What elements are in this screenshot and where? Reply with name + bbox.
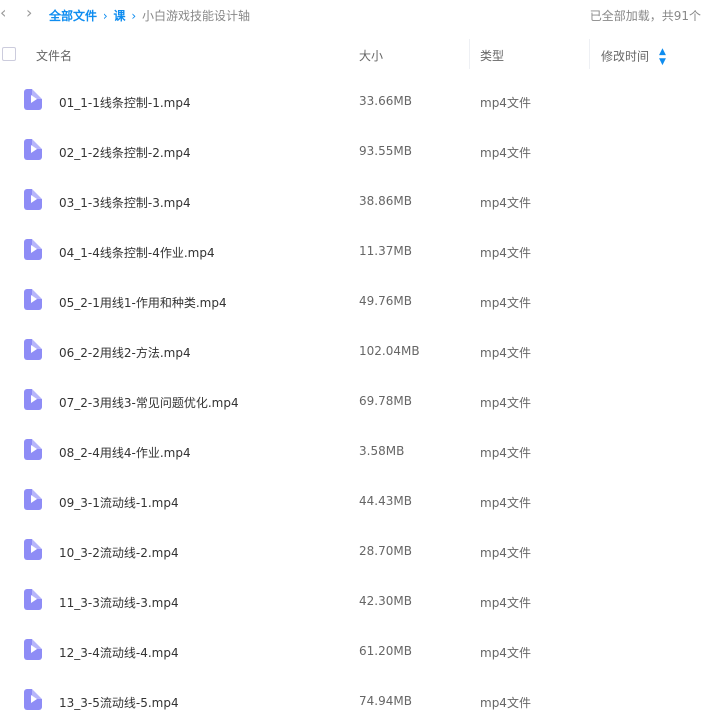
file-name[interactable]: 09_3-1流动线-1.mp4 — [59, 494, 179, 511]
file-type: mp4文件 — [480, 596, 531, 610]
video-file-icon — [24, 289, 42, 310]
breadcrumb: 全部文件 › 课 › 小白游戏技能设计轴 — [49, 7, 250, 24]
video-file-icon — [24, 589, 42, 610]
video-file-icon — [24, 189, 42, 210]
file-name[interactable]: 04_1-4线条控制-4作业.mp4 — [59, 244, 215, 261]
video-file-icon — [24, 439, 42, 460]
file-size: 49.76MB — [359, 294, 412, 308]
video-file-icon — [24, 489, 42, 510]
file-row[interactable]: 06_2-2用线2-方法.mp4 102.04MB mp4文件 — [0, 325, 707, 375]
column-header-modified[interactable]: 修改时间 ▲ ▼ — [601, 47, 666, 67]
sort-arrow-icon[interactable]: ▲ ▼ — [659, 47, 666, 67]
file-name[interactable]: 08_2-4用线4-作业.mp4 — [59, 444, 191, 461]
file-row[interactable]: 08_2-4用线4-作业.mp4 3.58MB mp4文件 — [0, 425, 707, 475]
file-type: mp4文件 — [480, 496, 531, 510]
video-file-icon — [24, 89, 42, 110]
file-row[interactable]: 02_1-2线条控制-2.mp4 93.55MB mp4文件 — [0, 125, 707, 175]
file-row[interactable]: 03_1-3线条控制-3.mp4 38.86MB mp4文件 — [0, 175, 707, 225]
file-size: 38.86MB — [359, 194, 412, 208]
file-size: 11.37MB — [359, 244, 412, 258]
file-name[interactable]: 02_1-2线条控制-2.mp4 — [59, 144, 191, 161]
breadcrumb-separator-icon: › — [102, 9, 108, 23]
file-row[interactable]: 10_3-2流动线-2.mp4 28.70MB mp4文件 — [0, 525, 707, 575]
file-type: mp4文件 — [480, 146, 531, 160]
file-size: 3.58MB — [359, 444, 405, 458]
file-row[interactable]: 01_1-1线条控制-1.mp4 33.66MB mp4文件 — [0, 75, 707, 125]
file-row[interactable]: 11_3-3流动线-3.mp4 42.30MB mp4文件 — [0, 575, 707, 625]
column-header: 文件名 大小 类型 修改时间 ▲ ▼ — [0, 33, 707, 73]
file-row[interactable]: 05_2-1用线1-作用和种类.mp4 49.76MB mp4文件 — [0, 275, 707, 325]
file-name[interactable]: 12_3-4流动线-4.mp4 — [59, 644, 179, 661]
file-row[interactable]: 12_3-4流动线-4.mp4 61.20MB mp4文件 — [0, 625, 707, 675]
file-type: mp4文件 — [480, 196, 531, 210]
file-type: mp4文件 — [480, 546, 531, 560]
column-header-name[interactable]: 文件名 — [36, 47, 72, 64]
video-file-icon — [24, 389, 42, 410]
file-name[interactable]: 01_1-1线条控制-1.mp4 — [59, 94, 191, 111]
video-file-icon — [24, 239, 42, 260]
file-size: 61.20MB — [359, 644, 412, 658]
video-file-icon — [24, 639, 42, 660]
file-type: mp4文件 — [480, 246, 531, 260]
column-divider[interactable] — [589, 39, 590, 69]
file-type: mp4文件 — [480, 446, 531, 460]
file-row[interactable]: 13_3-5流动线-5.mp4 74.94MB mp4文件 — [0, 675, 707, 725]
file-type: mp4文件 — [480, 396, 531, 410]
file-name[interactable]: 10_3-2流动线-2.mp4 — [59, 544, 179, 561]
breadcrumb-current: 小白游戏技能设计轴 — [141, 9, 250, 23]
file-row[interactable]: 09_3-1流动线-1.mp4 44.43MB mp4文件 — [0, 475, 707, 525]
column-header-type[interactable]: 类型 — [480, 47, 504, 64]
file-type: mp4文件 — [480, 96, 531, 110]
file-size: 33.66MB — [359, 94, 412, 108]
file-size: 74.94MB — [359, 694, 412, 708]
breadcrumb-root[interactable]: 全部文件 — [49, 9, 97, 23]
file-size: 42.30MB — [359, 594, 412, 608]
file-name[interactable]: 13_3-5流动线-5.mp4 — [59, 694, 179, 711]
video-file-icon — [24, 139, 42, 160]
file-list: 01_1-1线条控制-1.mp4 33.66MB mp4文件 02_1-2线条控制-2… — [0, 75, 707, 725]
file-type: mp4文件 — [480, 646, 531, 660]
video-file-icon — [24, 339, 42, 360]
file-name[interactable]: 11_3-3流动线-3.mp4 — [59, 594, 179, 611]
column-header-modified-label: 修改时间 — [601, 49, 650, 64]
breadcrumb-folder[interactable]: 课 — [113, 9, 125, 23]
back-arrow-icon[interactable]: ‹ — [0, 5, 6, 21]
file-type: mp4文件 — [480, 346, 531, 360]
file-size: 93.55MB — [359, 144, 412, 158]
file-type: mp4文件 — [480, 296, 531, 310]
file-name[interactable]: 06_2-2用线2-方法.mp4 — [59, 344, 191, 361]
video-file-icon — [24, 539, 42, 560]
file-size: 102.04MB — [359, 344, 420, 358]
forward-arrow-icon[interactable]: › — [26, 5, 32, 21]
column-header-size[interactable]: 大小 — [359, 47, 383, 64]
file-name[interactable]: 07_2-3用线3-常见问题优化.mp4 — [59, 394, 239, 411]
file-row[interactable]: 04_1-4线条控制-4作业.mp4 11.37MB mp4文件 — [0, 225, 707, 275]
file-size: 28.70MB — [359, 544, 412, 558]
top-bar: ‹ › 全部文件 › 课 › 小白游戏技能设计轴 已全部加载，共91个 — [0, 0, 707, 30]
breadcrumb-separator-icon: › — [131, 9, 137, 23]
file-row[interactable]: 07_2-3用线3-常见问题优化.mp4 69.78MB mp4文件 — [0, 375, 707, 425]
file-size: 69.78MB — [359, 394, 412, 408]
file-size: 44.43MB — [359, 494, 412, 508]
column-divider[interactable] — [469, 39, 470, 69]
file-type: mp4文件 — [480, 696, 531, 710]
select-all-checkbox[interactable] — [2, 47, 16, 61]
file-name[interactable]: 05_2-1用线1-作用和种类.mp4 — [59, 294, 227, 311]
file-name[interactable]: 03_1-3线条控制-3.mp4 — [59, 194, 191, 211]
load-status: 已全部加载，共91个 — [589, 9, 701, 23]
